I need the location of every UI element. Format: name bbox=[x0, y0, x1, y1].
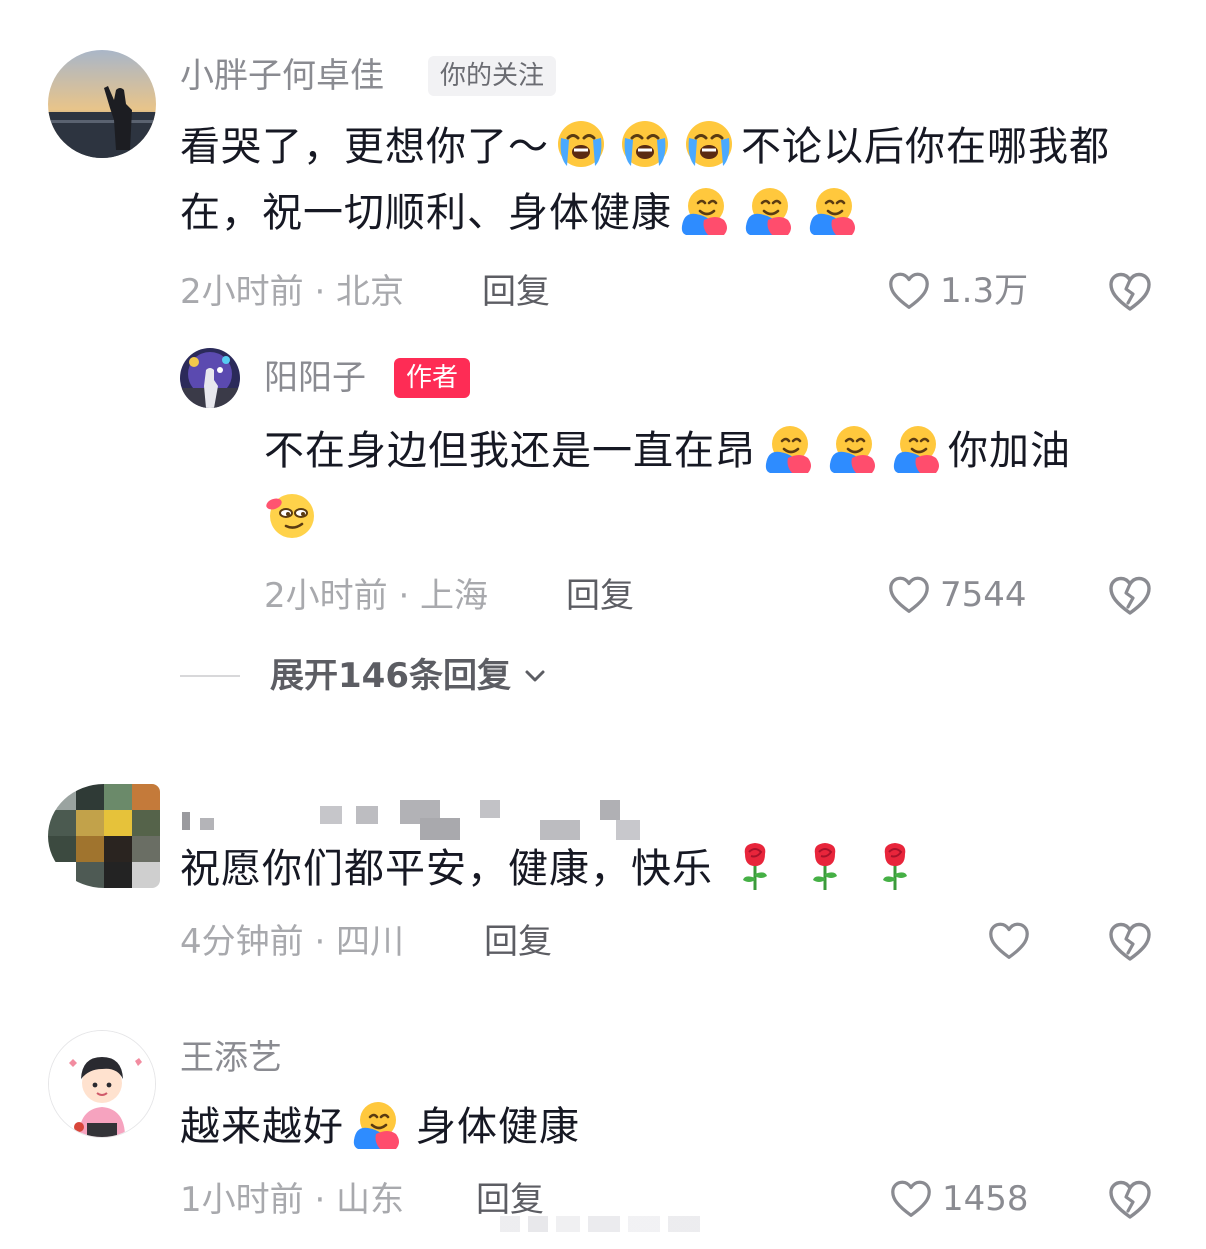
expand-replies-button[interactable]: 展开146条回复 bbox=[180, 654, 549, 698]
broken-heart-icon bbox=[1106, 572, 1154, 620]
avatar[interactable] bbox=[48, 784, 160, 888]
heart-outline-icon bbox=[986, 918, 1032, 964]
comment-text-part: 越来越好 bbox=[180, 1104, 344, 1150]
username[interactable]: 阳阳子 bbox=[264, 356, 366, 400]
dislike-button[interactable] bbox=[1106, 918, 1154, 966]
comment-text-part: 看哭了，更想你了～ bbox=[180, 124, 549, 170]
like-button[interactable]: 1458 bbox=[888, 1176, 1029, 1222]
comment-text: 越来越好 身体健康 bbox=[180, 1094, 1160, 1160]
rose-emoji bbox=[799, 840, 851, 892]
loudly-crying-face-emoji bbox=[555, 118, 607, 170]
rose-emoji bbox=[869, 840, 921, 892]
loudly-crying-face-emoji bbox=[683, 118, 735, 170]
reply-button[interactable]: 回复 bbox=[482, 270, 550, 314]
reply-button[interactable]: 回复 bbox=[484, 920, 552, 964]
username-redacted bbox=[180, 800, 660, 840]
following-badge: 你的关注 bbox=[428, 56, 557, 96]
like-button[interactable]: 1.3万 bbox=[886, 268, 1028, 314]
broken-heart-icon bbox=[1106, 918, 1154, 966]
dislike-button[interactable] bbox=[1106, 1176, 1154, 1224]
hugging-face-emoji bbox=[742, 184, 794, 236]
comment-text-part: 祝愿你们都平安，健康，快乐 bbox=[180, 846, 713, 892]
like-button[interactable] bbox=[986, 918, 1040, 964]
dislike-button[interactable] bbox=[1106, 572, 1154, 620]
avatar[interactable] bbox=[180, 348, 240, 408]
reply-text: 不在身边但我还是一直在昂 你加油 bbox=[264, 418, 1164, 550]
watermark bbox=[500, 1214, 700, 1234]
comment-meta: 2小时前 · 北京 bbox=[180, 272, 405, 312]
comment-text-part: 身体健康 bbox=[416, 1104, 580, 1150]
broken-heart-icon bbox=[1106, 1176, 1154, 1224]
like-count: 1458 bbox=[942, 1179, 1029, 1219]
hugging-face-emoji bbox=[762, 422, 814, 474]
rose-emoji bbox=[729, 840, 781, 892]
comment-meta: 2小时前 · 上海 bbox=[264, 576, 489, 616]
comment-text: 看哭了，更想你了～ 不论以后你在哪我都在，祝一切顺利、身体健康 bbox=[180, 114, 1160, 246]
username[interactable]: 王添艺 bbox=[180, 1036, 282, 1080]
author-badge: 作者 bbox=[394, 358, 471, 398]
expand-replies-label: 展开146条回复 bbox=[270, 656, 511, 696]
avatar[interactable] bbox=[48, 50, 156, 158]
heart-outline-icon bbox=[888, 1176, 934, 1222]
like-button[interactable]: 7544 bbox=[886, 572, 1027, 618]
hugging-face-emoji bbox=[350, 1098, 402, 1150]
loudly-crying-face-emoji bbox=[619, 118, 671, 170]
broken-heart-icon bbox=[1106, 268, 1154, 316]
hugging-face-emoji bbox=[806, 184, 858, 236]
reply-text-part: 不在身边但我还是一直在昂 bbox=[264, 428, 756, 474]
comment-text: 祝愿你们都平安，健康，快乐 bbox=[180, 836, 1160, 902]
hugging-face-emoji bbox=[890, 422, 942, 474]
chevron-down-icon bbox=[525, 670, 545, 682]
like-count: 1.3万 bbox=[940, 271, 1029, 311]
reply-button[interactable]: 回复 bbox=[566, 574, 634, 618]
avatar[interactable] bbox=[48, 1030, 156, 1138]
divider bbox=[180, 675, 240, 677]
heart-outline-icon bbox=[886, 572, 932, 618]
comment-meta: 4分钟前 · 四川 bbox=[180, 922, 405, 962]
like-count: 7544 bbox=[940, 575, 1027, 615]
heart-outline-icon bbox=[886, 268, 932, 314]
smirking-face-emoji bbox=[264, 488, 316, 540]
username[interactable]: 小胖子何卓佳 bbox=[180, 54, 384, 98]
comment-meta: 1小时前 · 山东 bbox=[180, 1180, 405, 1220]
hugging-face-emoji bbox=[826, 422, 878, 474]
dislike-button[interactable] bbox=[1106, 268, 1154, 316]
hugging-face-emoji bbox=[678, 184, 730, 236]
reply-text-part: 你加油 bbox=[948, 428, 1071, 474]
